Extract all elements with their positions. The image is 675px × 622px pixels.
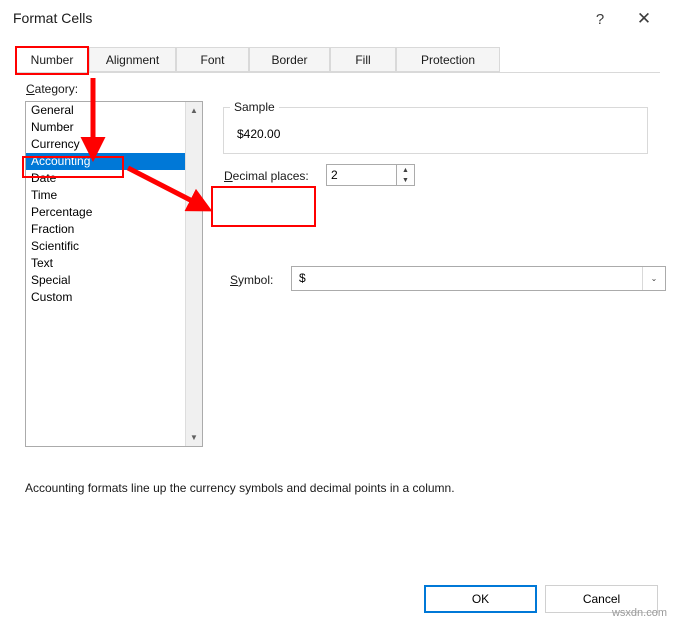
list-item-scientific[interactable]: Scientific xyxy=(26,238,185,255)
tab-protection[interactable]: Protection xyxy=(396,47,500,72)
tab-number[interactable]: Number xyxy=(15,47,89,72)
symbol-value: $ xyxy=(299,271,306,285)
list-item-time[interactable]: Time xyxy=(26,187,185,204)
category-scrollbar[interactable]: ▲ ▼ xyxy=(185,102,202,446)
list-item-text[interactable]: Text xyxy=(26,255,185,272)
decimal-places-stepper[interactable]: ▲ ▼ xyxy=(326,164,415,186)
symbol-combobox[interactable]: $ ⌄ xyxy=(291,266,666,291)
symbol-label: Symbol: xyxy=(230,273,274,287)
ok-button[interactable]: OK xyxy=(424,585,537,613)
list-item-date[interactable]: Date xyxy=(26,170,185,187)
number-tab-panel: Category: General Number Currency Accoun… xyxy=(15,73,666,582)
list-item-number[interactable]: Number xyxy=(26,119,185,136)
tab-alignment[interactable]: Alignment xyxy=(89,47,176,72)
tab-bar: Number Alignment Font Border Fill Protec… xyxy=(15,47,660,73)
spin-down-icon[interactable]: ▼ xyxy=(397,175,414,185)
decimal-places-input[interactable] xyxy=(327,165,397,185)
sample-groupbox xyxy=(223,107,648,154)
list-item-fraction[interactable]: Fraction xyxy=(26,221,185,238)
category-listbox[interactable]: General Number Currency Accounting Date … xyxy=(25,101,203,447)
scroll-down-icon[interactable]: ▼ xyxy=(186,429,202,446)
decimal-places-label: Decimal places: xyxy=(224,169,309,183)
sample-group-title: Sample xyxy=(230,100,279,114)
watermark: wsxdn.com xyxy=(611,607,667,619)
decimal-places-spin-buttons[interactable]: ▲ ▼ xyxy=(396,165,414,185)
category-description: Accounting formats line up the currency … xyxy=(25,481,455,495)
title-bar: Format Cells ? ✕ xyxy=(0,0,675,40)
spin-up-icon[interactable]: ▲ xyxy=(397,165,414,175)
list-item-custom[interactable]: Custom xyxy=(26,289,185,306)
scroll-up-icon[interactable]: ▲ xyxy=(186,102,202,119)
sample-value: $420.00 xyxy=(237,127,281,141)
category-label: Category: xyxy=(26,82,79,96)
list-item-special[interactable]: Special xyxy=(26,272,185,289)
list-item-accounting[interactable]: Accounting xyxy=(26,153,190,170)
window-title: Format Cells xyxy=(13,10,93,26)
list-item-currency[interactable]: Currency xyxy=(26,136,185,153)
category-list: General Number Currency Accounting Date … xyxy=(26,102,190,306)
list-item-percentage[interactable]: Percentage xyxy=(26,204,185,221)
list-item-general[interactable]: General xyxy=(26,102,185,119)
tab-border[interactable]: Border xyxy=(249,47,330,72)
close-icon[interactable]: ✕ xyxy=(627,4,661,34)
tab-font[interactable]: Font xyxy=(176,47,249,72)
chevron-down-icon[interactable]: ⌄ xyxy=(642,267,665,290)
tab-fill[interactable]: Fill xyxy=(330,47,396,72)
help-icon[interactable]: ? xyxy=(583,4,617,34)
